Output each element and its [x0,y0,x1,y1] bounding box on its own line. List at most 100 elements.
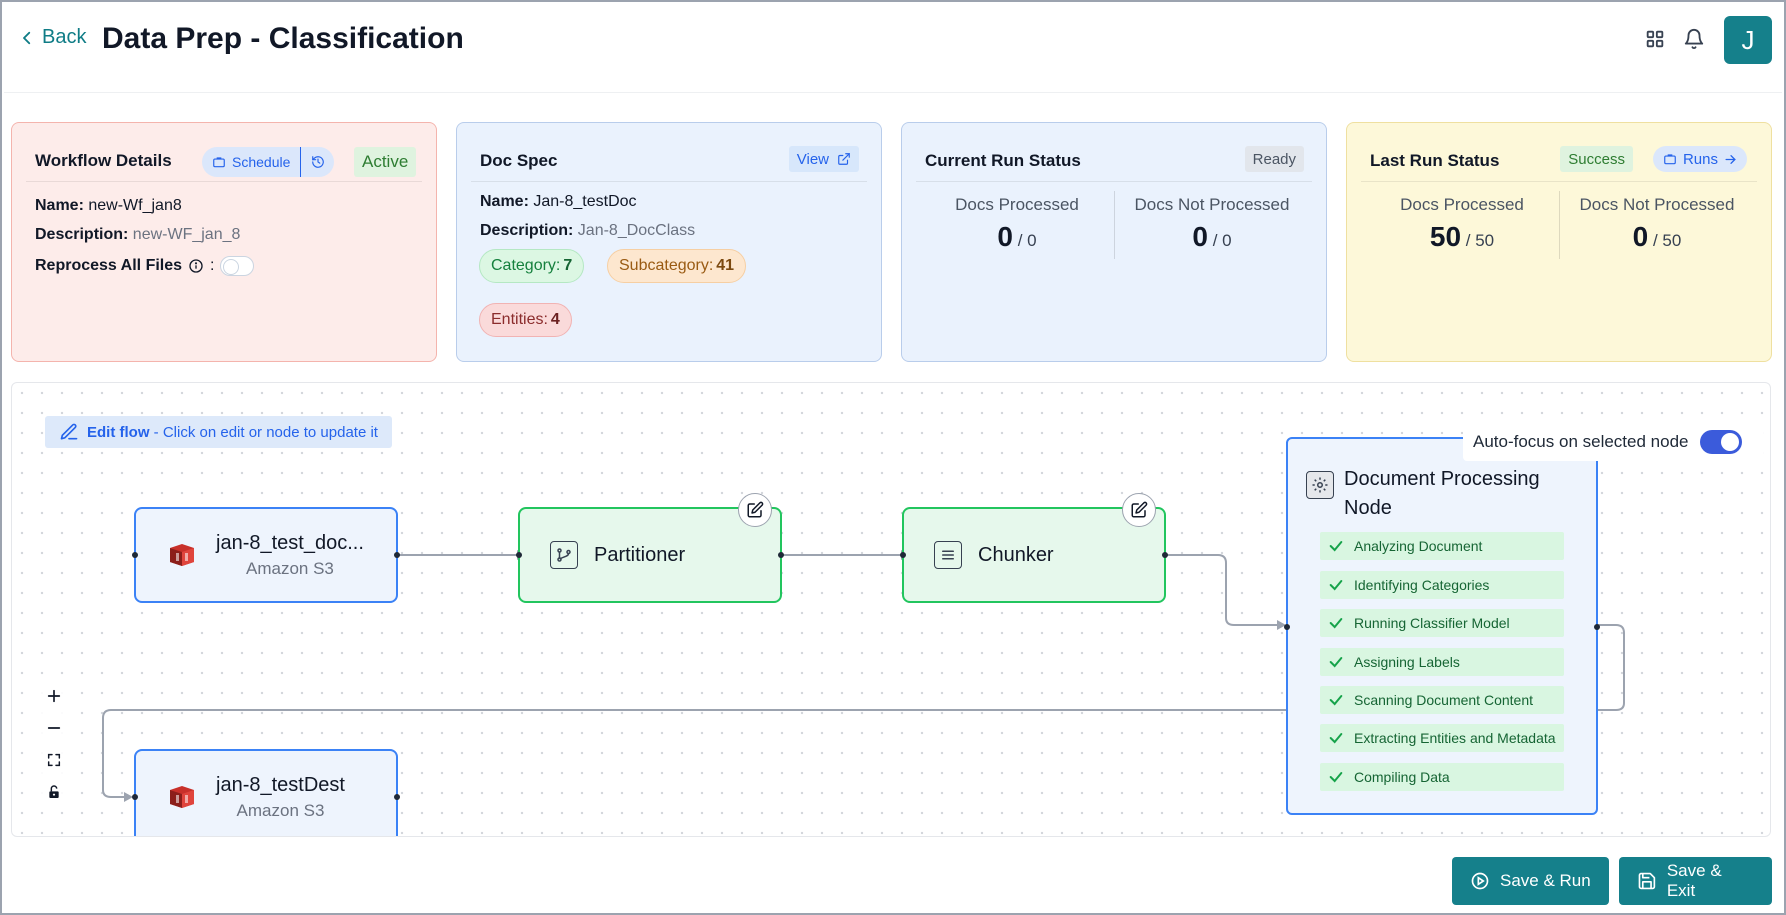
fullscreen-icon [47,753,61,767]
play-circle-icon [1471,872,1489,890]
save-icon [1638,872,1656,890]
page-title: Data Prep - Classification [102,22,464,55]
destination-node-subtitle: Amazon S3 [236,800,325,820]
save-and-run-label: Save & Run [1500,871,1591,890]
lock-icon [49,785,59,798]
step-label: Scanning Document Content [1354,692,1533,708]
flow-canvas[interactable]: Edit flow - Click on edit or node to upd… [11,382,1771,837]
external-link-icon [838,153,850,165]
step-label: Analyzing Document [1354,538,1483,554]
processing-step: Extracting Entities and Metadata [1320,724,1564,752]
partitioner-node[interactable]: Partitioner [516,493,784,603]
runs-button[interactable]: Runs [1652,146,1747,172]
divider [471,181,867,182]
lock-button[interactable] [38,776,70,808]
handle[interactable] [394,552,400,558]
chunker-node[interactable]: Chunker [900,493,1168,603]
name-label: Name: [480,193,529,210]
bell-icon[interactable] [1683,28,1705,50]
handle[interactable] [1284,624,1290,630]
zoom-controls [38,680,70,808]
entities-pill: Entities: 4 [479,303,572,337]
doc-spec-name: Jan-8_testDoc [533,193,637,210]
divider [1361,181,1757,182]
handle[interactable] [132,552,138,558]
save-and-run-button[interactable]: Save & Run [1452,857,1609,905]
handle[interactable] [900,552,906,558]
handle[interactable] [1594,624,1600,630]
edit-chunker-button[interactable] [1122,493,1156,527]
zoom-out-button[interactable] [38,712,70,744]
destination-node[interactable]: jan-8_testDest Amazon S3 [132,749,400,836]
handle[interactable] [132,794,138,800]
subcategory-label: Subcategory: [619,257,714,274]
docs-not-processed-label: Docs Not Processed [1134,195,1290,214]
docs-not-processed-stat: Docs Not Processed 0 / 0 [1117,195,1307,253]
schedule-history-button[interactable] [301,147,334,177]
check-icon [1329,580,1343,591]
document-processing-node[interactable]: Document Processing Node Analyzing Docum… [1284,437,1600,815]
docs-processed-total: / 0 [1017,231,1037,250]
docs-processed-stat: Docs Processed 50 / 50 [1367,195,1557,253]
fit-view-button[interactable] [38,744,70,776]
workflow-name-row: Name: new-Wf_jan8 [35,197,182,215]
briefcase-icon [213,157,225,168]
docs-processed-total: / 50 [1465,231,1495,250]
schedule-button[interactable]: Schedule [202,147,302,177]
edge-chunker-processing [1165,554,1284,626]
step-label: Compiling Data [1354,769,1450,785]
edit-icon [747,501,764,518]
handle[interactable] [394,794,400,800]
handle[interactable] [1162,552,1168,558]
list-icon [934,541,962,569]
processing-step: Analyzing Document [1320,532,1564,560]
apps-grid-icon[interactable] [1644,28,1666,50]
entities-count: 4 [550,311,560,328]
category-label: Category: [491,257,561,274]
processing-step: Compiling Data [1320,763,1564,791]
edit-partitioner-button[interactable] [738,493,772,527]
chunker-node-title: Chunker [978,543,1054,566]
view-doc-spec-button[interactable]: View [788,146,859,172]
processing-step: Assigning Labels [1320,648,1564,676]
workflow-name: new-Wf_jan8 [88,197,182,214]
entities-label: Entities: [491,311,548,328]
partitioner-node-title: Partitioner [594,543,686,566]
check-icon [1329,657,1343,668]
amazon-s3-icon [170,786,194,808]
divider [26,181,422,182]
reprocess-colon: : [210,257,215,274]
zoom-in-button[interactable] [38,680,70,712]
divider [916,181,1312,182]
app-window: Back Data Prep - Classification J Workfl… [0,0,1786,915]
source-node[interactable]: jan-8_test_doc... Amazon S3 [132,507,400,603]
reprocess-toggle[interactable] [220,256,255,276]
autofocus-toggle[interactable] [1700,430,1743,454]
avatar[interactable]: J [1724,16,1772,64]
back-button[interactable]: Back [18,26,86,49]
description-label: Description: [35,226,129,243]
handle[interactable] [516,552,522,558]
save-and-exit-button[interactable]: Save & Exit [1619,857,1772,905]
last-run-status-badge: Success [1560,146,1633,172]
source-node-subtitle: Amazon S3 [245,558,334,578]
reprocess-label: Reprocess All Files [35,257,183,274]
gear-icon [1306,471,1334,499]
workflow-status-badge: Active [354,147,417,177]
source-node-title: jan-8_test_doc... [216,531,364,554]
handle[interactable] [778,552,784,558]
check-icon [1329,541,1343,552]
processing-step: Running Classifier Model [1320,609,1564,637]
docs-processed-value: 50 [1429,221,1462,252]
arrow-right-icon [1725,154,1736,164]
check-icon [1329,772,1343,783]
current-run-heading: Current Run Status [925,151,1081,170]
doc-spec-name-row: Name: Jan-8_testDoc [480,193,637,211]
minus-icon [47,727,61,729]
autofocus-control: Auto-focus on selected node [1463,423,1763,461]
docs-not-processed-stat: Docs Not Processed 0 / 50 [1562,195,1752,253]
last-run-status-card: Last Run Status Success Runs Docs Proces… [1346,122,1772,362]
info-icon[interactable] [188,258,204,274]
doc-spec-card: Doc Spec View Name: Jan-8_testDoc Descri… [456,122,882,362]
step-label: Identifying Categories [1354,577,1490,593]
